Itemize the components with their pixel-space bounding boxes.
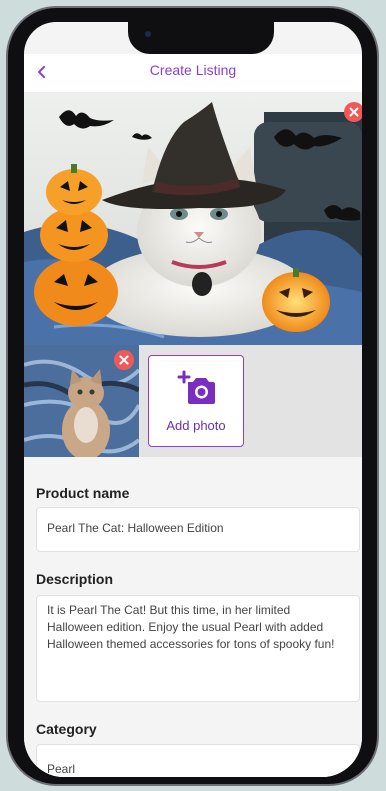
listing-form: Product name Pearl The Cat: Halloween Ed… xyxy=(24,457,362,777)
category-field[interactable]: Pearl xyxy=(36,744,360,777)
product-name-label: Product name xyxy=(36,485,130,501)
description-field[interactable]: It is Pearl The Cat! But this time, in h… xyxy=(36,595,360,702)
phone-screen: Create Listing Add photo Product name Pe… xyxy=(24,22,362,777)
add-camera-icon xyxy=(177,370,215,404)
cat-halloween-photo xyxy=(24,92,362,345)
remove-main-photo-button[interactable] xyxy=(344,102,362,122)
nav-bar: Create Listing xyxy=(24,54,362,92)
category-label: Category xyxy=(36,721,97,737)
description-label: Description xyxy=(36,571,114,587)
remove-thumbnail-button[interactable] xyxy=(114,350,134,370)
photo-thumbnail[interactable] xyxy=(24,345,139,457)
product-name-field[interactable]: Pearl The Cat: Halloween Edition xyxy=(36,507,360,552)
camera-dot xyxy=(145,31,151,37)
close-icon xyxy=(344,102,362,122)
photo-thumbnails: Add photo xyxy=(24,345,362,457)
phone-notch xyxy=(128,22,274,54)
page-title: Create Listing xyxy=(149,62,237,78)
add-photo-button[interactable]: Add photo xyxy=(148,355,244,447)
main-photo xyxy=(24,92,362,345)
close-icon xyxy=(114,350,134,370)
add-photo-label: Add photo xyxy=(166,418,226,433)
